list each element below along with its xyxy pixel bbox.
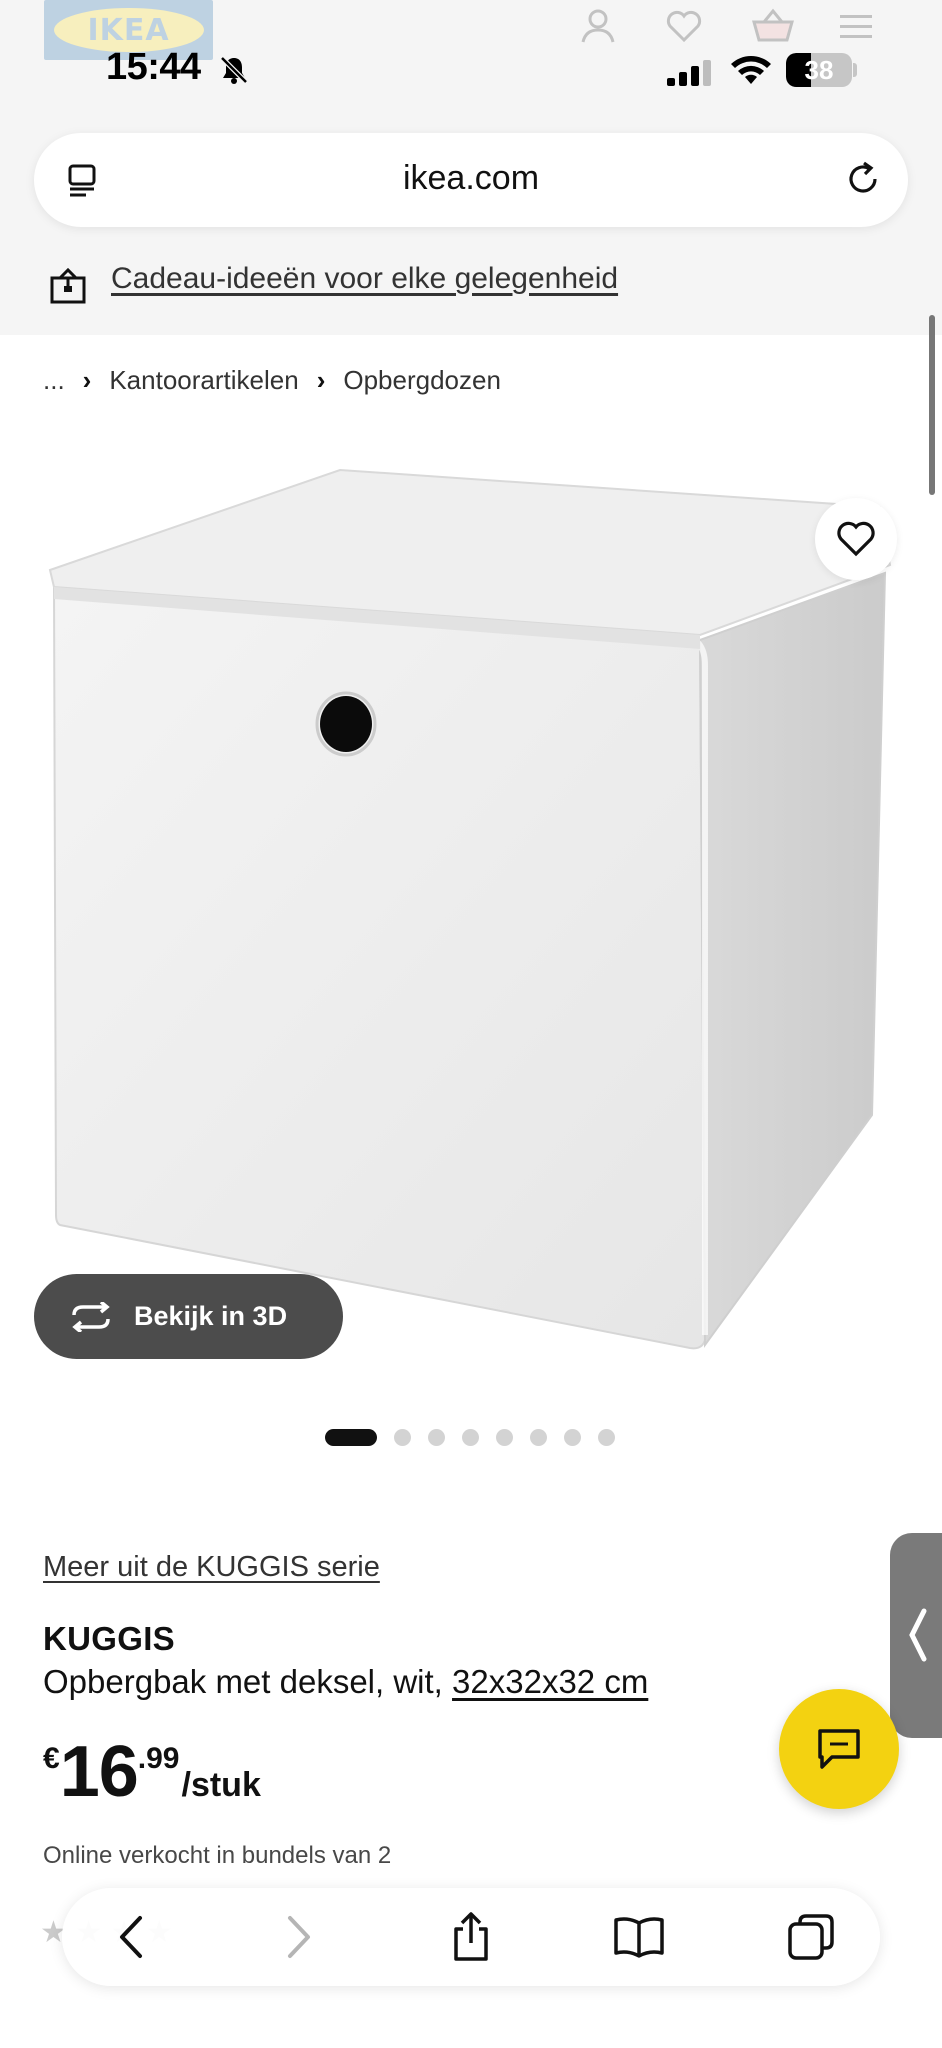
gallery-pagination [325, 1427, 632, 1447]
bundle-note: Online verkocht in bundels van 2 [43, 1842, 392, 1869]
gallery-dot-6[interactable] [530, 1428, 547, 1446]
battery-indicator: 38 [786, 53, 852, 87]
price-decimal: .99 [137, 1742, 180, 1775]
promo-link[interactable]: Cadeau-ideeën voor elke gelegenheid [111, 262, 618, 296]
book-icon [614, 1917, 664, 1958]
gallery-dot-4[interactable] [462, 1428, 479, 1446]
back-button[interactable] [104, 1910, 158, 1964]
view-in-3d-label: Bekijk in 3D [134, 1301, 288, 1331]
series-link[interactable]: Meer uit de KUGGIS serie [43, 1551, 380, 1584]
chevron-right-icon: › [82, 364, 92, 395]
side-panel-tab[interactable] [890, 1533, 942, 1738]
chat-button[interactable] [779, 1689, 899, 1809]
promo-banner: Cadeau-ideeën voor elke gelegenheid [0, 240, 942, 335]
heart-icon [837, 521, 875, 557]
reload-icon[interactable] [842, 158, 884, 200]
address-bar[interactable]: ikea.com [34, 133, 908, 227]
gift-icon [50, 267, 86, 304]
product-description: Opbergbak met deksel, wit, 32x32x32 cm [43, 1663, 648, 1701]
product-name: KUGGIS [43, 1620, 175, 1657]
signal-icon [667, 60, 711, 86]
gallery-dot-8[interactable] [598, 1428, 615, 1446]
price-unit: /stuk [181, 1766, 261, 1804]
battery-tip [853, 63, 857, 77]
product-price: € 16 .99 /stuk [43, 1736, 261, 1808]
gallery-dot-1[interactable] [325, 1428, 377, 1446]
share-icon [454, 1912, 488, 1961]
bookmarks-button[interactable] [612, 1910, 666, 1964]
add-to-favourites-button[interactable] [815, 498, 897, 580]
gallery-dot-7[interactable] [564, 1428, 581, 1446]
price-integer: 16 [59, 1732, 139, 1812]
status-time: 15:44 [106, 46, 201, 88]
product-image[interactable] [0, 445, 942, 1370]
gallery-dot-3[interactable] [428, 1428, 445, 1446]
chevron-left-icon [909, 1608, 927, 1662]
rotate-3d-icon [72, 1301, 110, 1332]
gallery-dot-5[interactable] [496, 1428, 513, 1446]
battery-level: 38 [804, 54, 834, 85]
product-description-text: Opbergbak met deksel, wit, [43, 1663, 453, 1700]
tabs-button[interactable] [784, 1910, 838, 1964]
breadcrumb-item-kantoorartikelen[interactable]: Kantoorartikelen [109, 365, 298, 396]
breadcrumb-item-opbergdozen[interactable]: Opbergdozen [343, 365, 501, 396]
bell-muted-icon [220, 56, 248, 84]
breadcrumb: ... › Kantoorartikelen › Opbergdozen [43, 362, 501, 398]
url-text[interactable]: ikea.com [34, 159, 908, 198]
product-size-link[interactable]: 32x32x32 cm [452, 1663, 648, 1700]
share-button[interactable] [444, 1910, 498, 1964]
chevron-right-icon: › [316, 364, 326, 395]
status-bar: 15:44 38 [0, 40, 942, 100]
chat-icon [818, 1729, 860, 1769]
chevron-right-icon [288, 1916, 310, 1958]
price-currency: € [43, 1742, 60, 1775]
gallery-dot-2[interactable] [394, 1428, 411, 1446]
view-in-3d-button[interactable]: Bekijk in 3D [34, 1274, 343, 1359]
chevron-left-icon [120, 1916, 142, 1958]
browser-toolbar [62, 1888, 880, 1986]
breadcrumb-item-more[interactable]: ... [43, 365, 65, 396]
tabs-icon [788, 1914, 834, 1960]
top-area: IKEA 15:44 38 ikea.com Cadeau-ideeën voo… [0, 0, 942, 335]
wifi-icon [731, 56, 771, 84]
forward-button[interactable] [272, 1910, 326, 1964]
